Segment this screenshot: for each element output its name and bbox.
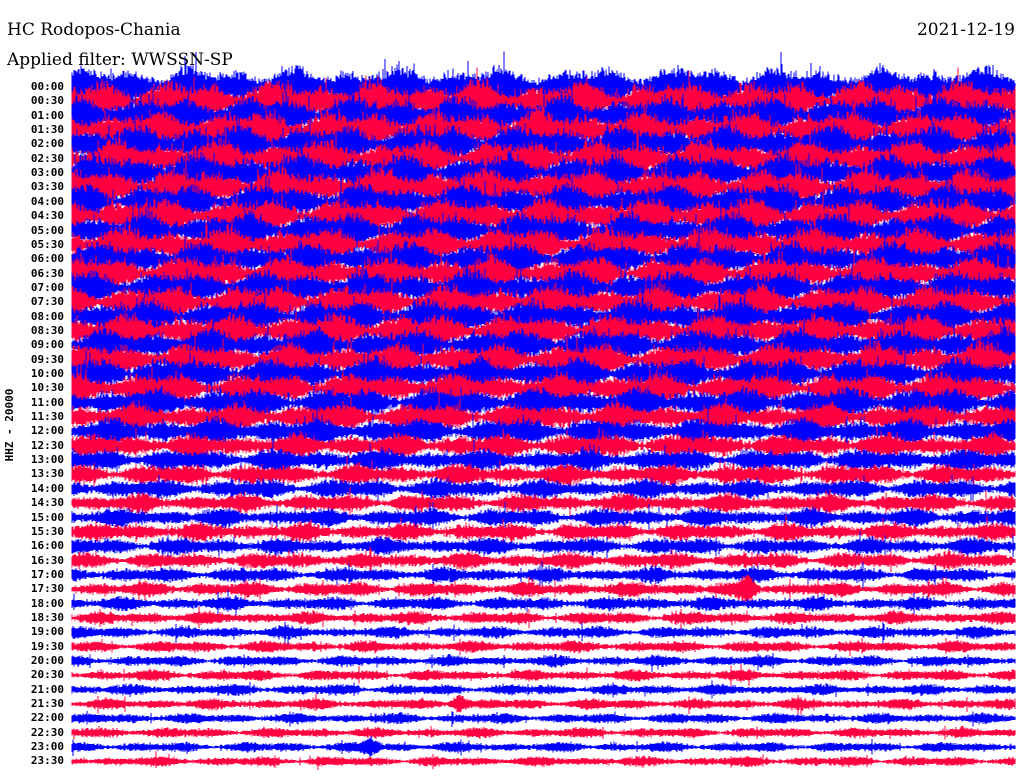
trace-2030 [71, 663, 1016, 687]
trace-2330 [71, 751, 1016, 770]
trace-2300 [71, 736, 1016, 757]
filter-label: Applied filter: WWSSN-SP [7, 50, 233, 70]
trace-2100 [71, 680, 1016, 699]
trace-2230 [71, 726, 1016, 740]
trace-1930 [71, 637, 1016, 657]
trace-2000 [71, 653, 1016, 672]
helicorder-plot [71, 51, 1016, 770]
trace-2200 [71, 711, 1016, 727]
trace-1900 [71, 622, 1016, 645]
trace-2130 [71, 693, 1016, 715]
